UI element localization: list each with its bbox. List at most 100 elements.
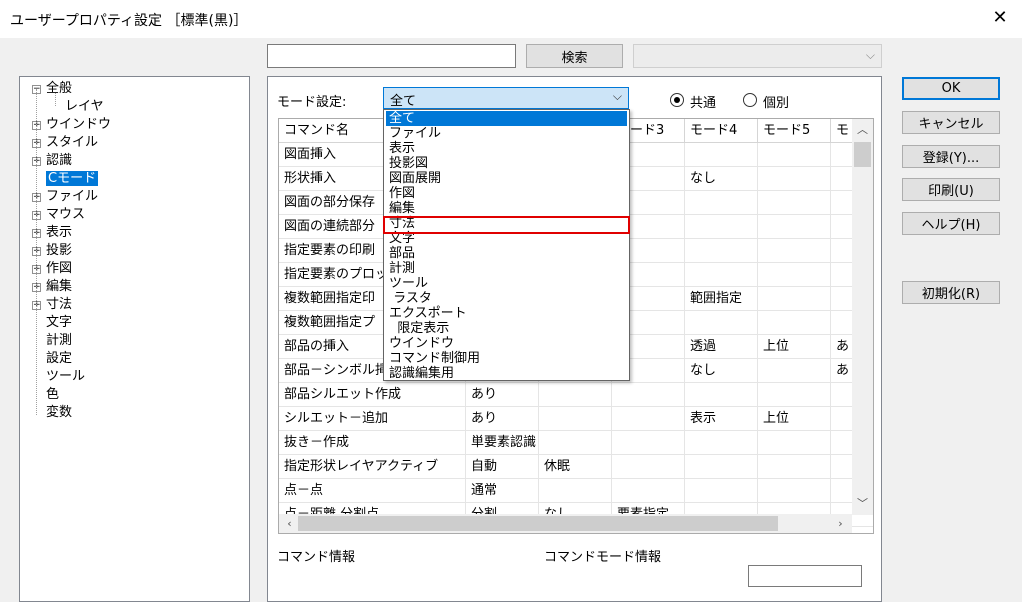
mode-cell[interactable]: [685, 215, 758, 239]
search-button[interactable]: 検索: [526, 44, 623, 68]
dropdown-option[interactable]: コマンド制御用: [386, 351, 627, 366]
tree-item[interactable]: ツール: [46, 368, 85, 386]
dropdown-option[interactable]: 認識編集用: [386, 366, 627, 381]
dropdown-option[interactable]: 限定表示: [386, 321, 627, 336]
mode-cell[interactable]: [612, 431, 685, 455]
mode-cell[interactable]: [685, 383, 758, 407]
tree-item[interactable]: + 表示: [32, 224, 72, 242]
scroll-down-icon[interactable]: ﹀: [854, 495, 871, 512]
mode-cell[interactable]: [758, 359, 831, 383]
vertical-scroll-thumb[interactable]: [854, 142, 871, 167]
tree-item[interactable]: + 編集: [32, 278, 72, 296]
radio-individual[interactable]: [743, 93, 757, 107]
mode-cell[interactable]: [758, 479, 831, 503]
scroll-left-icon[interactable]: ‹: [281, 515, 298, 532]
command-name-cell[interactable]: 部品シルエット作成: [279, 383, 466, 407]
dropdown-option[interactable]: 投影図: [386, 156, 627, 171]
tree-item[interactable]: + マウス: [32, 206, 85, 224]
tree-item[interactable]: 設定: [46, 350, 72, 368]
mode-cell[interactable]: [758, 191, 831, 215]
help-button[interactable]: ヘルプ(H): [902, 212, 1000, 235]
scroll-right-icon[interactable]: ›: [832, 515, 849, 532]
dropdown-option[interactable]: 作図: [386, 186, 627, 201]
command-name-cell[interactable]: シルエット－追加: [279, 407, 466, 431]
tree-item[interactable]: 色: [46, 386, 59, 404]
dropdown-option[interactable]: ラスタ: [386, 291, 627, 306]
mode-cell[interactable]: [758, 263, 831, 287]
mode-cell[interactable]: なし: [685, 359, 758, 383]
tree-item[interactable]: 文字: [46, 314, 72, 332]
dropdown-option[interactable]: 全て: [386, 111, 627, 126]
scroll-up-icon[interactable]: ︿: [854, 121, 871, 138]
dropdown-option[interactable]: エクスポート: [386, 306, 627, 321]
tree-item[interactable]: + ウインドウ: [32, 116, 111, 134]
mode-cell[interactable]: [685, 479, 758, 503]
mode-cell[interactable]: [758, 287, 831, 311]
mode-cell[interactable]: [758, 383, 831, 407]
tree-item[interactable]: レイヤ: [65, 98, 104, 116]
mode-cell[interactable]: [758, 143, 831, 167]
print-button[interactable]: 印刷(U): [902, 178, 1000, 201]
mode-cell[interactable]: 範囲指定: [685, 287, 758, 311]
mode-cell[interactable]: なし: [685, 167, 758, 191]
mode-cell[interactable]: [539, 479, 612, 503]
mode-cell[interactable]: [758, 167, 831, 191]
radio-common[interactable]: [670, 93, 684, 107]
tree-item[interactable]: 変数: [46, 404, 72, 422]
tree-item[interactable]: + 作図: [32, 260, 72, 278]
dropdown-option[interactable]: 図面展開: [386, 171, 627, 186]
mode-cell[interactable]: [685, 239, 758, 263]
dropdown-option[interactable]: ツール: [386, 276, 627, 291]
mode-cell[interactable]: [758, 239, 831, 263]
mode-cell[interactable]: 通常: [466, 479, 539, 503]
mode-cell[interactable]: [758, 431, 831, 455]
mode-cell[interactable]: 自動: [466, 455, 539, 479]
close-icon[interactable]: ✕: [988, 6, 1012, 30]
dropdown-option[interactable]: 計測: [386, 261, 627, 276]
mode-cell[interactable]: [612, 383, 685, 407]
mode-cell[interactable]: 表示: [685, 407, 758, 431]
vertical-scrollbar[interactable]: [852, 119, 873, 515]
category-tree[interactable]: − 全般 レイヤ + ウインドウ + スタイル + 認識 Cモード + ファイル + マウス + 表示 + 投影 +…: [19, 76, 250, 602]
ok-button[interactable]: OK: [902, 77, 1000, 100]
mode-cell[interactable]: [612, 407, 685, 431]
mode-cell[interactable]: [685, 143, 758, 167]
tree-item[interactable]: + スタイル: [32, 134, 98, 152]
tree-item[interactable]: + 認識: [32, 152, 72, 170]
tree-item[interactable]: Cモード: [46, 170, 99, 188]
dropdown-option[interactable]: 編集: [386, 201, 627, 216]
mode-cell[interactable]: 休眠: [539, 455, 612, 479]
tree-item[interactable]: − 全般: [32, 80, 72, 98]
mode-cell[interactable]: [685, 431, 758, 455]
tree-item[interactable]: + ファイル: [32, 188, 98, 206]
column-header[interactable]: モード4: [685, 119, 758, 143]
cancel-button[interactable]: キャンセル: [902, 111, 1000, 134]
command-name-cell[interactable]: 点－点: [279, 479, 466, 503]
reset-button[interactable]: 初期化(R): [902, 281, 1000, 304]
mode-cell[interactable]: [539, 383, 612, 407]
mode-cell[interactable]: あり: [466, 383, 539, 407]
tree-item[interactable]: + 寸法: [32, 296, 72, 314]
mode-select[interactable]: 全て ⌵: [383, 87, 629, 109]
mode-cell[interactable]: [685, 263, 758, 287]
mode-cell[interactable]: [685, 191, 758, 215]
mode-cell[interactable]: 単要素認識: [466, 431, 539, 455]
mode-cell[interactable]: 透過: [685, 335, 758, 359]
mode-cell[interactable]: 上位: [758, 407, 831, 431]
dropdown-option[interactable]: 部品: [386, 246, 627, 261]
search-input[interactable]: [267, 44, 516, 68]
mode-cell[interactable]: [758, 311, 831, 335]
mode-dropdown-list[interactable]: 全て ファイル 表示 投影図 図面展開 作図 編集 寸法 文字 部品 計測 ツール ラスタ エクスポート…: [383, 109, 630, 381]
mode-cell[interactable]: 上位: [758, 335, 831, 359]
command-name-cell[interactable]: 指定形状レイヤアクティブ: [279, 455, 466, 479]
mode-cell[interactable]: [612, 455, 685, 479]
mode-cell[interactable]: [612, 479, 685, 503]
mode-cell[interactable]: [539, 407, 612, 431]
mode-cell[interactable]: [758, 215, 831, 239]
register-button[interactable]: 登録(Y)...: [902, 145, 1000, 168]
mode-cell[interactable]: [685, 455, 758, 479]
dropdown-option[interactable]: 表示: [386, 141, 627, 156]
dropdown-option[interactable]: ファイル: [386, 126, 627, 141]
column-header[interactable]: モード5: [758, 119, 831, 143]
tree-item[interactable]: 計測: [46, 332, 72, 350]
